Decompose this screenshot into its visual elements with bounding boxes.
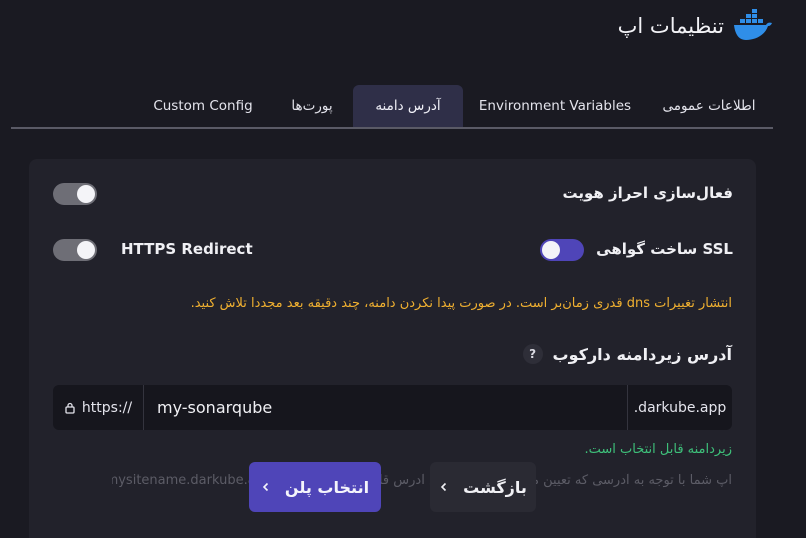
page-title: تنظیمات اپ <box>617 14 724 38</box>
subdomain-hint: اپ شما با توجه به آدرسی که تعیین می‌کنید… <box>112 473 732 488</box>
domain-suffix: .darkube.app <box>627 385 732 430</box>
chevron-left-icon <box>440 482 447 492</box>
app-settings-page: تنظیمات اپ اطلاعات عمومی Environment Var… <box>0 0 806 538</box>
help-icon[interactable]: ? <box>522 344 543 364</box>
tab-label: Custom Config <box>153 98 253 114</box>
protocol-prefix: https:// <box>53 385 144 430</box>
page-header: تنظیمات اپ <box>618 6 774 46</box>
auth-toggle-label: فعال‌سازی احراز هویت <box>562 184 733 202</box>
subdomain-field: https:// .darkube.app <box>53 385 732 430</box>
select-plan-label: انتخاب پلن <box>284 477 370 497</box>
tab-label: Environment Variables <box>478 98 632 114</box>
toggle-knob <box>77 185 95 203</box>
subdomain-label: آدرس زیردامنه دارکوب <box>552 344 732 364</box>
back-button[interactable]: بازگشت <box>430 462 536 512</box>
tab-label: پورت‌ها <box>291 98 333 114</box>
tab-environment-variables[interactable]: Environment Variables <box>473 85 637 127</box>
chevron-left-icon <box>262 482 268 492</box>
ssl-toggle-label: ساخت گواهی SSL <box>596 240 733 258</box>
auth-toggle[interactable] <box>53 183 97 205</box>
back-label: بازگشت <box>463 477 527 497</box>
protocol-text: https:// <box>81 399 133 416</box>
lock-icon <box>65 402 75 414</box>
dns-propagation-notice: انتشار تغییرات dns قدری زمان‌بر است. در … <box>190 296 732 311</box>
tab-label: اطلاعات عمومی <box>662 98 756 114</box>
ssl-toggle[interactable] <box>540 239 584 261</box>
settings-tabs: اطلاعات عمومی Environment Variables آدرس… <box>11 85 773 129</box>
tab-label: آدرس دامنه <box>375 98 441 114</box>
subdomain-available-status: زیردامنه قابل انتخاب است. <box>584 442 732 457</box>
toggle-knob <box>77 241 95 259</box>
toggle-knob <box>542 241 560 259</box>
select-plan-button[interactable]: انتخاب پلن <box>249 462 381 512</box>
tab-custom-config[interactable]: Custom Config <box>144 85 262 127</box>
subdomain-input[interactable] <box>144 385 627 430</box>
tab-ports[interactable]: پورت‌ها <box>279 85 345 127</box>
subdomain-title: آدرس زیردامنه دارکوب ? <box>522 344 732 364</box>
tab-domain-address[interactable]: آدرس دامنه <box>353 85 463 127</box>
tab-general-info[interactable]: اطلاعات عمومی <box>647 85 771 127</box>
docker-whale-icon <box>734 9 772 40</box>
https-redirect-label: HTTPS Redirect <box>121 240 253 258</box>
https-redirect-toggle[interactable] <box>53 239 97 261</box>
